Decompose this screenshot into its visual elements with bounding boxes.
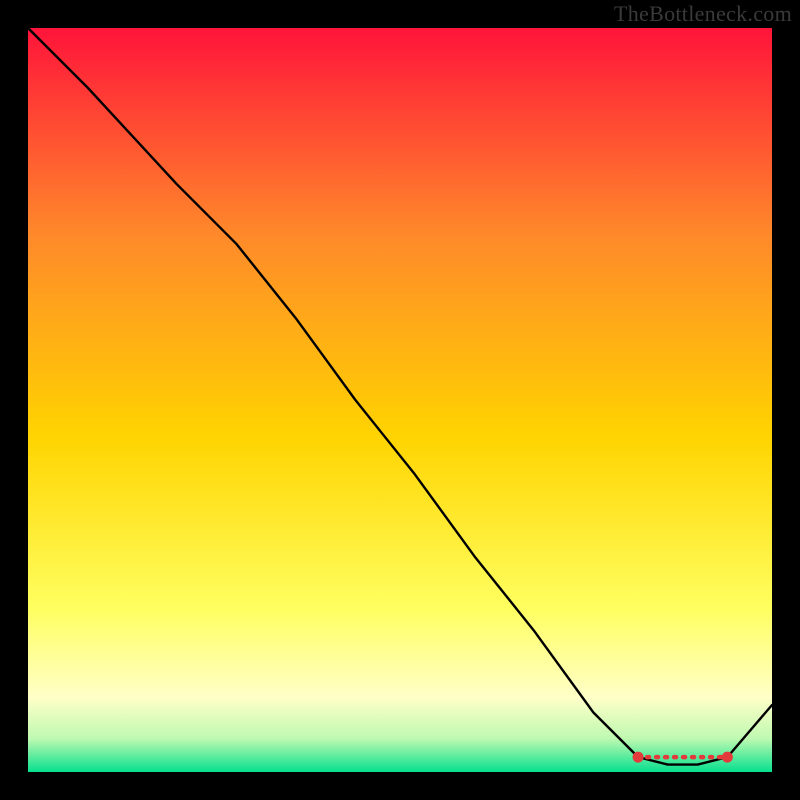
chart-stage: TheBottleneck.com [0, 0, 800, 800]
plot-background [28, 28, 772, 772]
bottleneck-chart [0, 0, 800, 800]
